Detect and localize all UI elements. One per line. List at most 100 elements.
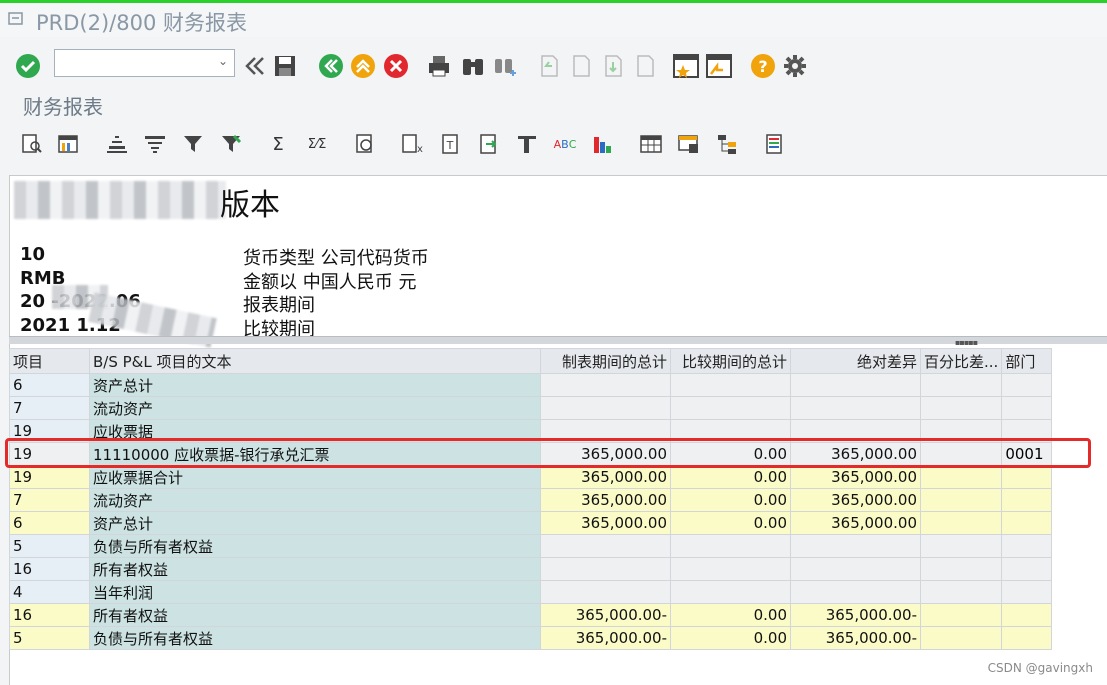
report-grid: 项目 B/S P&L 项目的文本 制表期间的总计 比较期间的总计 绝对差异 百分… [9, 348, 1053, 650]
cell-pct-diff [919, 511, 1003, 535]
sort-asc-icon[interactable] [105, 132, 129, 156]
cell-pct-diff [919, 580, 1003, 604]
shortcut-icon[interactable] [705, 52, 733, 80]
cell-item: 16 [9, 557, 90, 581]
table-row[interactable]: 5 负债与所有者权益 [9, 534, 1053, 558]
cell-compare-total [670, 373, 791, 397]
table-row[interactable]: 16 所有者权益 [9, 557, 1053, 581]
col-header-period-total[interactable]: 制表期间的总计 [540, 348, 671, 374]
back-icon[interactable] [241, 52, 269, 80]
col-header-compare-total[interactable]: 比较期间的总计 [670, 348, 791, 374]
cell-item: 7 [9, 396, 90, 420]
title-bar: PRD(2)/800 财务报表 [0, 3, 1107, 37]
cell-dept [1001, 396, 1053, 420]
last-page-icon[interactable] [631, 52, 659, 80]
table-row-subtotal[interactable]: 7 流动资产 365,000.00 0.00 365,000.00 [9, 488, 1053, 512]
new-window-icon[interactable] [672, 52, 700, 80]
filter-set-icon[interactable] [219, 132, 243, 156]
prev-page-icon[interactable] [567, 52, 595, 80]
page-title: 财务报表 [23, 95, 103, 119]
cell-item: 6 [9, 511, 90, 535]
cell-text: 负债与所有者权益 [89, 534, 541, 558]
col-header-text[interactable]: B/S P&L 项目的文本 [89, 348, 541, 374]
cell-period-total [540, 373, 671, 397]
cancel-icon[interactable] [382, 52, 410, 80]
cell-pct-diff [919, 557, 1003, 581]
cell-compare-total: 0.00 [670, 626, 791, 650]
layout-save-icon[interactable] [677, 132, 701, 156]
layout-select-icon[interactable] [639, 132, 663, 156]
grid-header-row: 项目 B/S P&L 项目的文本 制表期间的总计 比较期间的总计 绝对差异 百分… [9, 348, 1053, 374]
layout-manage-icon[interactable] [715, 132, 739, 156]
cell-abs-diff [790, 373, 921, 397]
table-row[interactable]: 6 资产总计 [9, 373, 1053, 397]
svg-text:x: x [417, 144, 423, 155]
cell-text: 流动资产 [89, 488, 541, 512]
check-icon[interactable] [14, 52, 42, 80]
exit-icon[interactable] [349, 52, 377, 80]
cell-pct-diff [919, 488, 1003, 512]
cell-period-total: 365,000.00- [540, 626, 671, 650]
cell-period-total [540, 557, 671, 581]
menu-icon[interactable] [8, 12, 24, 26]
table-row-subtotal[interactable]: 16 所有者权益 365,000.00- 0.00 365,000.00- [9, 603, 1053, 627]
export-excel-icon[interactable]: x [400, 132, 424, 156]
col-header-dept[interactable]: 部门 [1001, 348, 1053, 374]
print-preview-icon[interactable] [353, 132, 377, 156]
cell-abs-diff: 365,000.00 [790, 511, 921, 535]
settings-icon[interactable] [781, 52, 809, 80]
col-header-item[interactable]: 项目 [9, 348, 90, 374]
window-title: PRD(2)/800 财务报表 [36, 11, 248, 35]
col-header-pct-diff[interactable]: 百分比差... [919, 348, 1003, 374]
abc-icon[interactable]: ABC [553, 132, 577, 156]
col-header-abs-diff[interactable]: 绝对差异 [790, 348, 921, 374]
table-row-subtotal[interactable]: 6 资产总计 365,000.00 0.00 365,000.00 [9, 511, 1053, 535]
splitter-handle-icon[interactable]: ▪▪▪▪▪ [955, 338, 978, 347]
save-icon[interactable] [271, 52, 299, 80]
chevron-down-icon[interactable]: ⌄ [218, 54, 228, 68]
print-icon[interactable] [425, 52, 453, 80]
first-page-icon[interactable] [535, 52, 563, 80]
cell-text: 资产总计 [89, 511, 541, 535]
find-next-icon[interactable] [491, 52, 519, 80]
table-row-subtotal[interactable]: 5 负债与所有者权益 365,000.00- 0.00 365,000.00- [9, 626, 1053, 650]
word-icon[interactable]: T [439, 132, 463, 156]
splitter[interactable]: ▪▪▪▪▪ [9, 336, 1107, 347]
detail-icon[interactable] [20, 132, 44, 156]
next-page-icon[interactable] [599, 52, 627, 80]
table-row-subtotal[interactable]: 19 应收票据合计 365,000.00 0.00 365,000.00 [9, 465, 1053, 489]
find-icon[interactable] [459, 52, 487, 80]
table-row[interactable]: 4 当年利润 [9, 580, 1053, 604]
watermark: CSDN @gavingxh [987, 661, 1093, 675]
back-green-icon[interactable] [317, 52, 345, 80]
mail-icon[interactable] [515, 132, 539, 156]
alv-toolbar: Σ Σ⁄Σ x T ABC [0, 124, 1107, 164]
info-icon[interactable] [762, 132, 786, 156]
command-field[interactable]: ⌄ [54, 49, 235, 77]
cell-compare-total: 0.00 [670, 465, 791, 489]
cell-pct-diff [919, 465, 1003, 489]
cell-text: 应收票据合计 [89, 465, 541, 489]
subtotal-icon[interactable]: Σ⁄Σ [305, 132, 329, 156]
graphic-icon[interactable] [591, 132, 615, 156]
header-label-period: 报表期间 [243, 295, 315, 316]
help-icon[interactable]: ? [749, 52, 777, 80]
cell-abs-diff [790, 557, 921, 581]
sum-icon[interactable]: Σ [266, 132, 290, 156]
local-file-icon[interactable] [477, 132, 501, 156]
table-row[interactable]: 7 流动资产 [9, 396, 1053, 420]
filter-icon[interactable] [181, 132, 205, 156]
cell-pct-diff [919, 396, 1003, 420]
cell-pct-diff [919, 373, 1003, 397]
cell-dept [1001, 557, 1053, 581]
layout-icon[interactable] [56, 132, 80, 156]
cell-period-total [540, 534, 671, 558]
sort-desc-icon[interactable] [143, 132, 167, 156]
cell-period-total: 365,000.00 [540, 488, 671, 512]
cell-pct-diff [919, 534, 1003, 558]
cell-text: 资产总计 [89, 373, 541, 397]
cell-compare-total [670, 580, 791, 604]
cell-pct-diff [919, 626, 1003, 650]
cell-item: 16 [9, 603, 90, 627]
cell-item: 7 [9, 488, 90, 512]
